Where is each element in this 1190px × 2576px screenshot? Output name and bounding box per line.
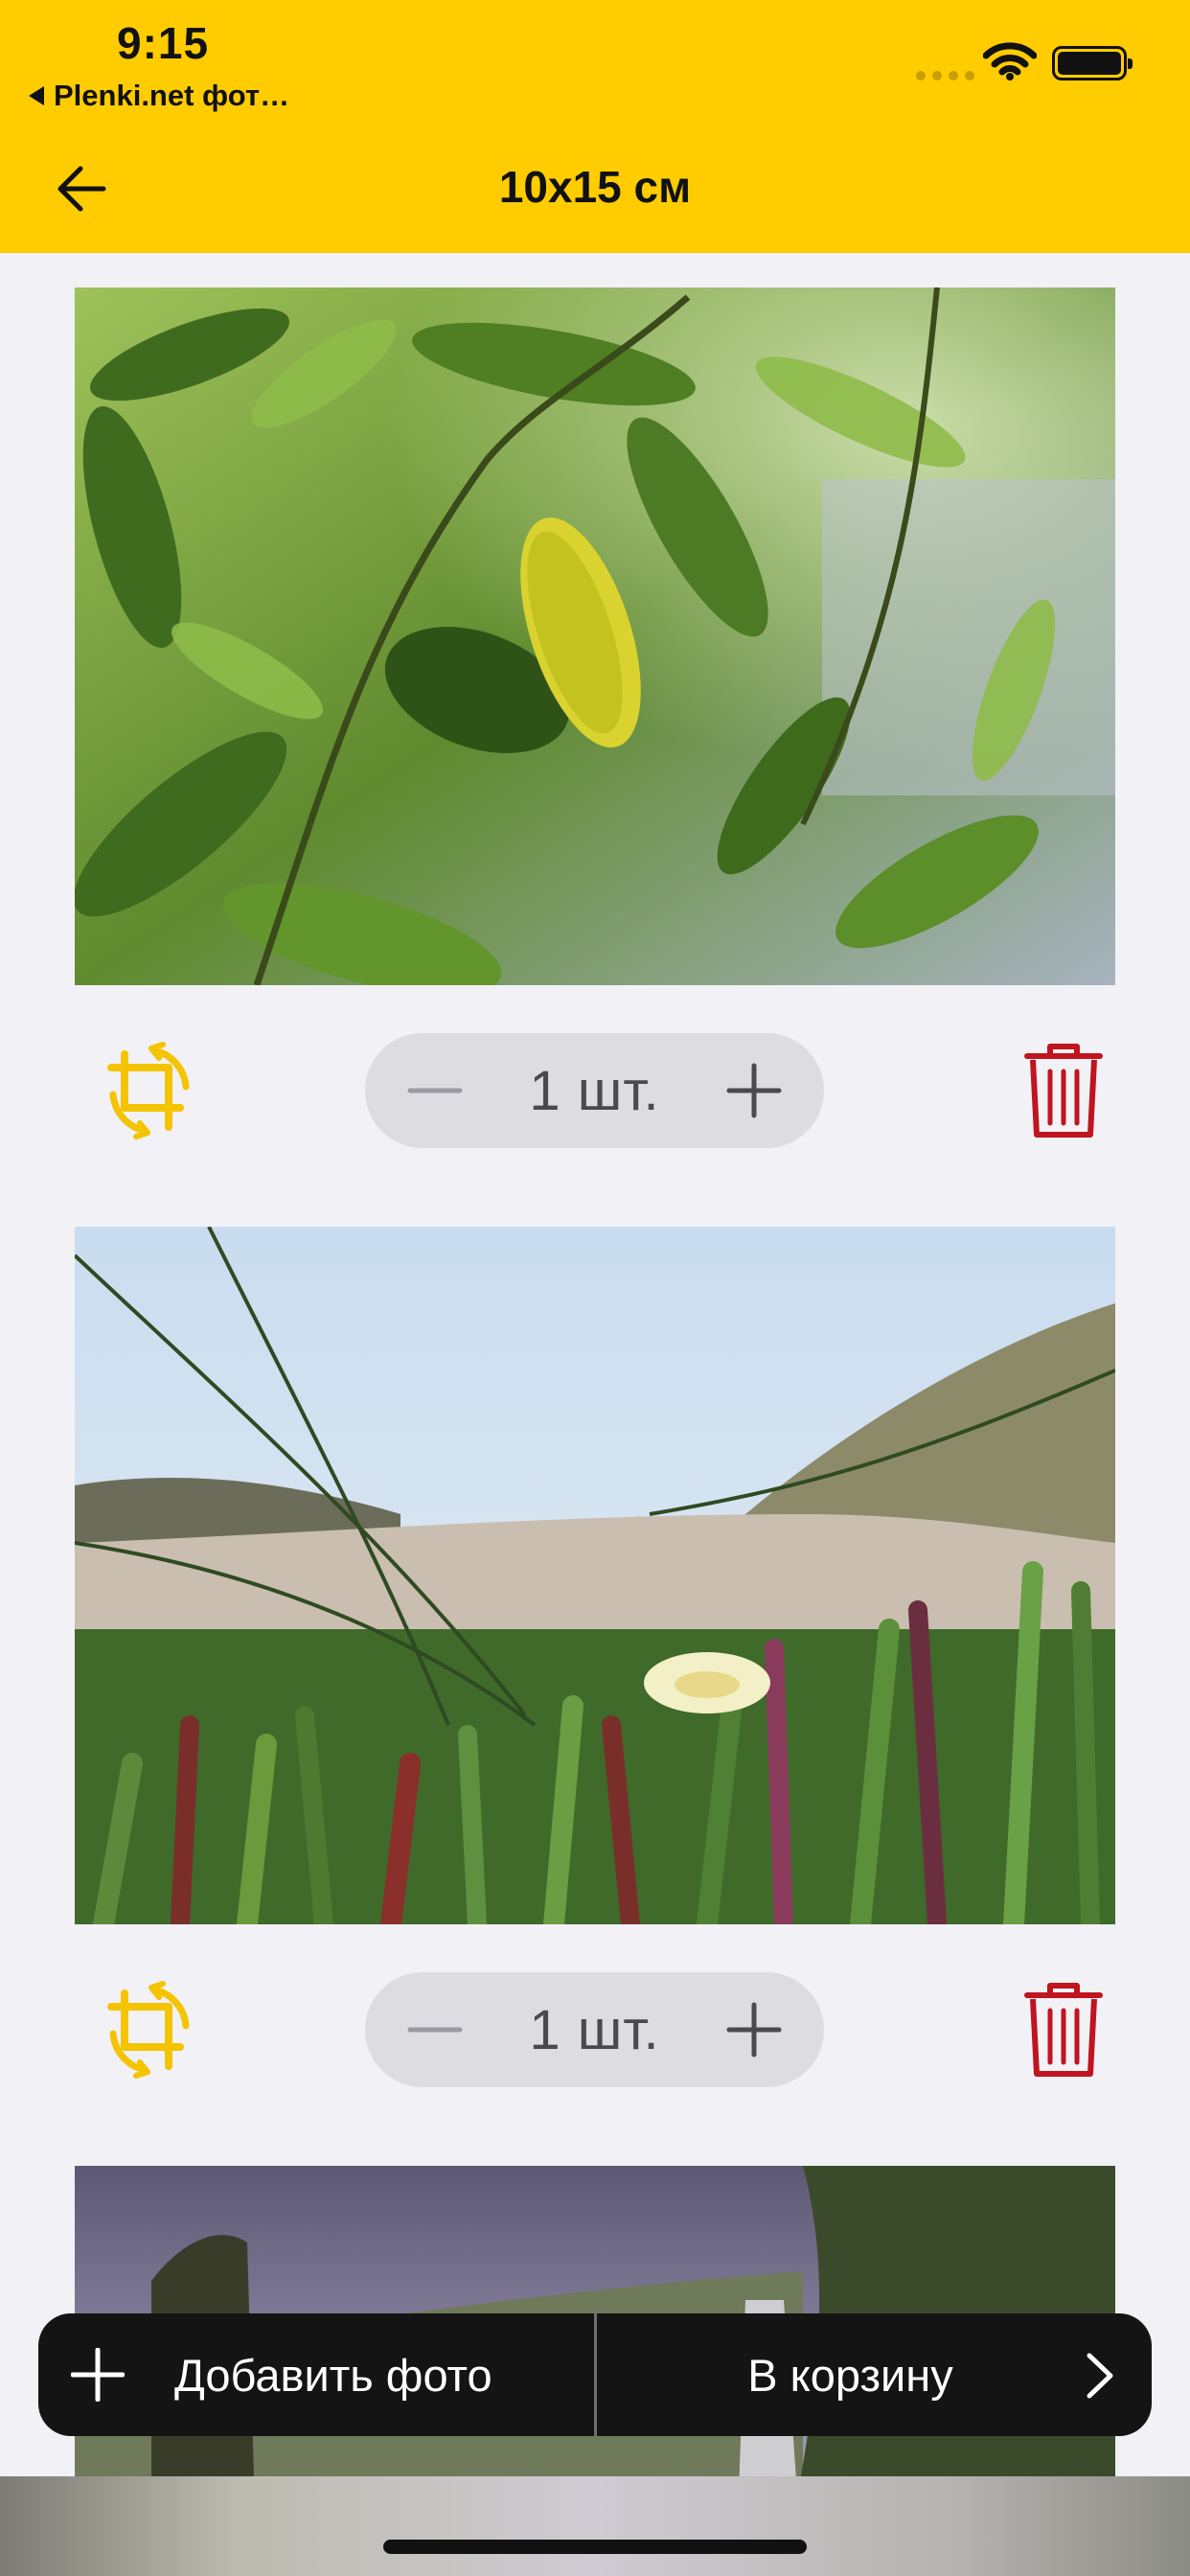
bottom-action-bar: Добавить фото В корзину (38, 2313, 1152, 2436)
trash-icon[interactable] (1021, 1039, 1106, 1142)
photo-preview[interactable] (75, 1227, 1115, 1924)
quantity-label: 1 шт. (529, 1059, 660, 1122)
minus-icon (407, 2027, 463, 2033)
plus-icon (726, 2002, 782, 2058)
wifi-icon (983, 42, 1037, 80)
decrease-quantity-button[interactable] (403, 1059, 467, 1122)
add-photo-button[interactable]: Добавить фото (38, 2313, 594, 2436)
decrease-quantity-button[interactable] (403, 1998, 467, 2061)
increase-quantity-button[interactable] (722, 1998, 786, 2061)
cellular-signal-icon (916, 71, 974, 80)
add-to-cart-button[interactable]: В корзину (597, 2313, 1152, 2436)
quantity-stepper: 1 шт. (365, 1972, 824, 2087)
back-triangle-icon (29, 86, 44, 105)
add-photo-label: Добавить фото (174, 2349, 492, 2401)
home-indicator-area (0, 2476, 1190, 2576)
home-indicator[interactable] (383, 2540, 807, 2554)
minus-icon (407, 1088, 463, 1093)
crop-rotate-icon[interactable] (92, 1972, 207, 2087)
photo-controls: 1 шт. (0, 1027, 1190, 1152)
top-bar: 9:15 Plenki.net фот… 10x15 см (0, 0, 1190, 253)
add-to-cart-label: В корзину (747, 2349, 953, 2401)
photo-controls: 1 шт. (0, 1966, 1190, 2091)
status-time: 9:15 (117, 18, 210, 68)
plus-icon (71, 2348, 125, 2402)
back-app-label: Plenki.net фот… (54, 79, 290, 112)
quantity-stepper: 1 шт. (365, 1033, 824, 1148)
quantity-label: 1 шт. (529, 1998, 660, 2061)
page-title: 10x15 см (498, 162, 692, 212)
battery-icon (1052, 46, 1133, 80)
back-to-app-link[interactable]: Plenki.net фот… (29, 79, 289, 113)
crop-rotate-icon[interactable] (92, 1033, 207, 1148)
plus-icon (726, 1063, 782, 1118)
increase-quantity-button[interactable] (722, 1059, 786, 1122)
photo-preview[interactable] (75, 288, 1115, 985)
trash-icon[interactable] (1021, 1978, 1106, 2082)
chevron-right-icon (1087, 2353, 1113, 2399)
